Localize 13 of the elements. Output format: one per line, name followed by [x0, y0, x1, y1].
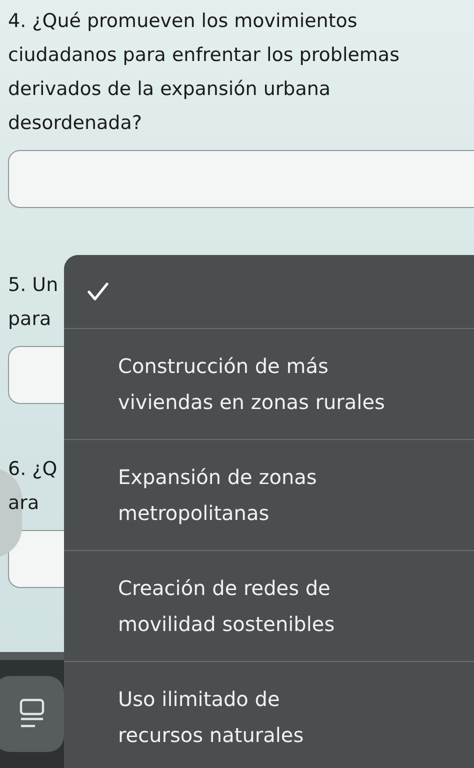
menu-option[interactable]: Expansión de zonas metropolitanas: [64, 440, 474, 551]
keyboard-button[interactable]: [0, 676, 64, 752]
menu-option[interactable]: Creación de redes de movilidad sostenibles: [64, 551, 474, 662]
menu-option[interactable]: Uso ilimitado de recursos naturales: [64, 662, 474, 768]
menu-option[interactable]: Construcción de más viviendas en zonas rurales: [64, 329, 474, 440]
question-text: 5. Un: [8, 273, 60, 298]
checkmark-icon: [86, 281, 110, 303]
question-text: 6. ¿Q: [8, 457, 58, 482]
question-text: 4. ¿Qué promueven los movimientos ciudadanos para enfrentar los problemas derivados de la expansión urbana desordenada?: [8, 9, 400, 136]
answer-field[interactable]: [8, 150, 474, 208]
question-text: ara: [8, 491, 40, 516]
question-text: para: [8, 307, 52, 332]
rectangle-lines-icon: [19, 698, 45, 730]
